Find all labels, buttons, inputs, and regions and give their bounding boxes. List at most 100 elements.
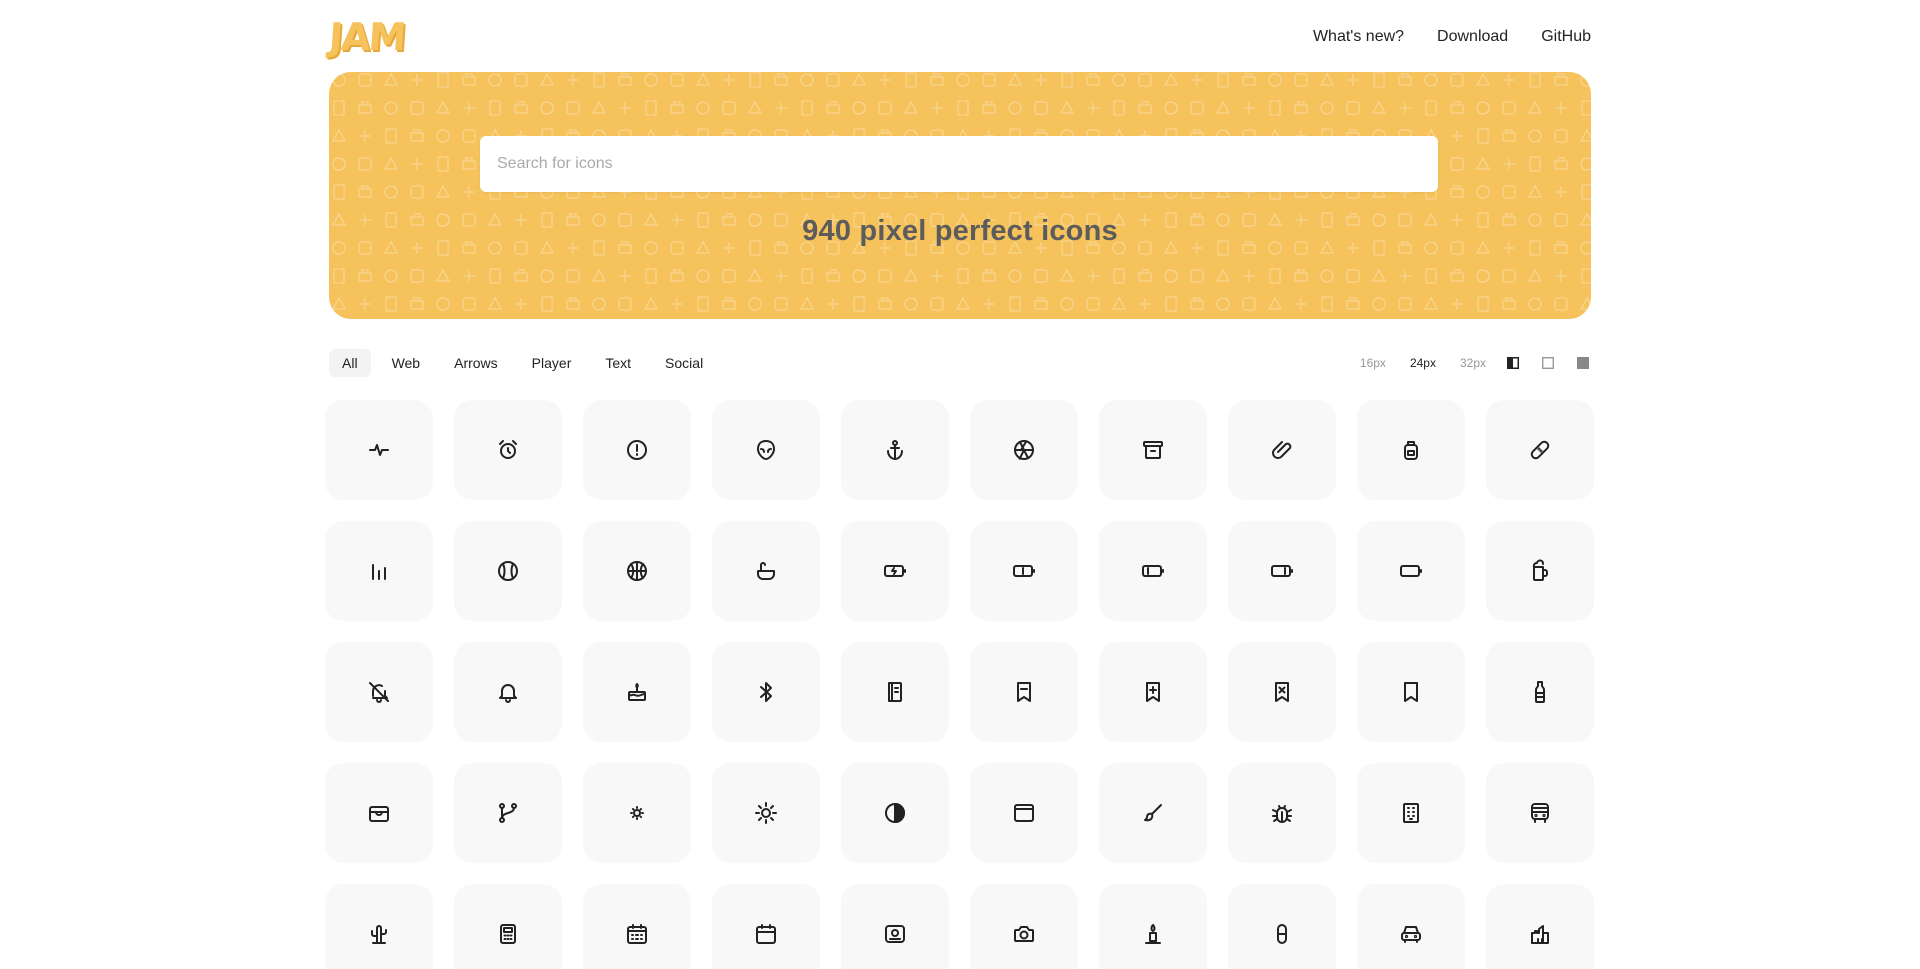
size-32px[interactable]: 32px xyxy=(1460,356,1486,370)
icon-tile-calculator[interactable] xyxy=(454,884,562,969)
outline-mode-icon[interactable] xyxy=(1540,355,1556,371)
bar-chart-icon xyxy=(372,564,386,580)
icon-tile-calendar[interactable] xyxy=(712,884,820,969)
icon-tile-battery-three-quarter[interactable] xyxy=(1228,521,1336,621)
tab-arrows[interactable]: Arrows xyxy=(441,349,511,377)
icon-tile-brightness-down[interactable] xyxy=(583,763,691,863)
category-tabs: All Web Arrows Player Text Social xyxy=(329,349,716,377)
icon-tile-bus[interactable] xyxy=(1486,763,1594,863)
icon-tile-castle[interactable] xyxy=(1486,884,1594,969)
bandage-icon xyxy=(1530,440,1550,460)
icon-grid xyxy=(325,400,1594,969)
icon-tile-birthday-cake[interactable] xyxy=(583,642,691,742)
icon-tile-attachment[interactable] xyxy=(1228,400,1336,500)
display-options: 16px 24px 32px xyxy=(1336,355,1591,371)
icon-tile-backpack[interactable] xyxy=(1357,400,1465,500)
nav-download[interactable]: Download xyxy=(1437,28,1508,46)
icon-tile-battery-empty[interactable] xyxy=(1357,521,1465,621)
icon-tile-calendar-alt[interactable] xyxy=(583,884,691,969)
icon-tile-cactus[interactable] xyxy=(325,884,433,969)
icon-tile-book[interactable] xyxy=(841,642,949,742)
battery-charging-icon xyxy=(884,565,906,577)
icon-tile-camcorder[interactable] xyxy=(841,884,949,969)
brightness-icon xyxy=(885,803,905,823)
icon-tile-battery-quarter[interactable] xyxy=(1099,521,1207,621)
icon-tile-bandage[interactable] xyxy=(1486,400,1594,500)
bug-icon xyxy=(1272,805,1292,823)
tab-text[interactable]: Text xyxy=(592,349,644,377)
icon-tile-car[interactable] xyxy=(1357,884,1465,969)
jam-logo[interactable]: JAM xyxy=(327,15,405,59)
icon-tile-bar-chart[interactable] xyxy=(325,521,433,621)
basketball-icon xyxy=(627,561,647,581)
bath-icon xyxy=(757,562,775,580)
attachment-icon xyxy=(1272,441,1292,459)
birthday-cake-icon xyxy=(628,683,646,701)
baseball-icon xyxy=(498,561,518,581)
icon-tile-basketball[interactable] xyxy=(583,521,691,621)
icon-tile-alarm-clock[interactable] xyxy=(454,400,562,500)
building-icon xyxy=(1403,803,1419,823)
battery-three-quarter-icon xyxy=(1271,565,1293,577)
icon-tile-browser[interactable] xyxy=(970,763,1078,863)
fill-mode-icon[interactable] xyxy=(1575,355,1591,371)
bookmark-plus-icon xyxy=(1146,682,1160,702)
size-16px[interactable]: 16px xyxy=(1360,356,1386,370)
icon-tile-box[interactable] xyxy=(325,763,433,863)
search-input[interactable] xyxy=(480,136,1438,192)
icon-tile-bookmark-plus[interactable] xyxy=(1099,642,1207,742)
icon-tile-bookmark[interactable] xyxy=(1357,642,1465,742)
half-fill-mode-icon[interactable] xyxy=(1505,355,1521,371)
icon-tile-capsule[interactable] xyxy=(1228,884,1336,969)
tab-player[interactable]: Player xyxy=(519,349,585,377)
nav-whats-new[interactable]: What's new? xyxy=(1313,28,1404,46)
alert-icon xyxy=(627,440,647,460)
tab-all[interactable]: All xyxy=(329,349,371,377)
icon-tile-battery-half[interactable] xyxy=(970,521,1078,621)
beer-icon xyxy=(1532,559,1548,581)
alien-icon xyxy=(757,440,775,460)
bookmark-icon xyxy=(1404,682,1418,702)
size-24px[interactable]: 24px xyxy=(1410,356,1436,370)
site-header: JAM What's new? Download GitHub xyxy=(327,0,1591,72)
icon-tile-bookmark-remove[interactable] xyxy=(1228,642,1336,742)
hero-title: 940 pixel perfect icons xyxy=(802,215,1118,247)
icon-pattern-background xyxy=(331,72,1591,312)
aperture-icon xyxy=(1014,440,1034,460)
battery-empty-icon xyxy=(1400,565,1422,577)
bluetooth-icon xyxy=(760,682,772,702)
icon-tile-camera[interactable] xyxy=(970,884,1078,969)
icon-tile-bookmark-minus[interactable] xyxy=(970,642,1078,742)
calculator-icon xyxy=(500,924,516,944)
icon-tile-branch[interactable] xyxy=(454,763,562,863)
icon-tile-bath[interactable] xyxy=(712,521,820,621)
battery-half-icon xyxy=(1013,565,1035,577)
icon-tile-brightness-up[interactable] xyxy=(712,763,820,863)
icon-tile-anchor[interactable] xyxy=(841,400,949,500)
icon-tile-alien[interactable] xyxy=(712,400,820,500)
nav-github[interactable]: GitHub xyxy=(1541,28,1591,46)
jam-icons-page: JAM What's new? Download GitHub 940 pixe… xyxy=(0,0,1920,969)
icon-tile-bell-off[interactable] xyxy=(325,642,433,742)
camera-icon xyxy=(1014,926,1034,942)
icon-tile-aperture[interactable] xyxy=(970,400,1078,500)
icon-tile-bluetooth[interactable] xyxy=(712,642,820,742)
icon-tile-brightness[interactable] xyxy=(841,763,949,863)
icon-tile-bell[interactable] xyxy=(454,642,562,742)
icon-tile-battery-charging[interactable] xyxy=(841,521,949,621)
icon-tile-bug[interactable] xyxy=(1228,763,1336,863)
icon-tile-candle[interactable] xyxy=(1099,884,1207,969)
icon-tile-baseball[interactable] xyxy=(454,521,562,621)
bookmark-remove-icon xyxy=(1275,682,1289,702)
icon-tile-brush[interactable] xyxy=(1099,763,1207,863)
brightness-up-icon xyxy=(755,802,777,824)
tab-social[interactable]: Social xyxy=(652,349,716,377)
icon-tile-beer[interactable] xyxy=(1486,521,1594,621)
icon-tile-bottle[interactable] xyxy=(1486,642,1594,742)
icon-tile-building[interactable] xyxy=(1357,763,1465,863)
icon-tile-activity[interactable] xyxy=(325,400,433,500)
tab-web[interactable]: Web xyxy=(379,349,434,377)
icon-tile-archive[interactable] xyxy=(1099,400,1207,500)
icon-tile-alert[interactable] xyxy=(583,400,691,500)
candle-icon xyxy=(1145,924,1161,944)
